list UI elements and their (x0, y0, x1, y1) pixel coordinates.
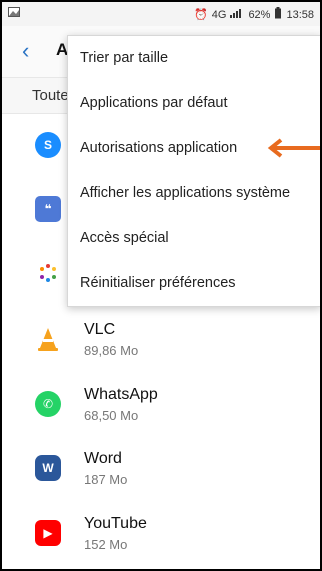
menu-item-show-system-apps[interactable]: Afficher les applications système (68, 171, 320, 215)
battery-level: 62% (248, 8, 271, 21)
app-name: VLC (84, 321, 116, 338)
app-size: 89,86 Mo (84, 343, 139, 358)
menu-item-default-apps[interactable]: Applications par défaut (68, 81, 320, 125)
youtube-icon: ▶ (35, 520, 61, 546)
menu-item-reset-preferences[interactable]: Réinitialiser préférences (68, 261, 320, 305)
status-time: 13:58 (286, 8, 314, 21)
chevron-left-icon[interactable]: ‹ (22, 38, 29, 64)
shazam-icon: S (35, 132, 61, 158)
4g-icon: 4G (211, 8, 227, 21)
app-size: 152 Mo (84, 537, 128, 552)
battery-icon (274, 7, 282, 22)
whatsapp-icon: ✆ (35, 391, 61, 417)
gallery-icon (8, 7, 20, 20)
word-icon: W (35, 455, 61, 481)
signal-icon (230, 8, 244, 21)
filter-label: Toute (32, 87, 69, 104)
overflow-menu: Trier par taille Applications par défaut… (67, 35, 320, 307)
phone-screen: ⏰ 4G 62% 13:58 ‹ A Toute S ❝ VLC 89,86 M… (2, 2, 320, 569)
status-right: ⏰ 4G 62% 13:58 (194, 7, 314, 22)
app-name: Word (84, 450, 122, 467)
arrow-left-icon (265, 138, 320, 158)
news-icon: ❝ (35, 196, 61, 222)
app-name: WhatsApp (84, 386, 158, 403)
app-size: 68,50 Mo (84, 408, 139, 423)
vlc-icon (35, 326, 61, 352)
list-item[interactable]: ▶ YouTube 152 Mo (2, 502, 320, 566)
alarm-icon: ⏰ (194, 9, 208, 21)
list-item[interactable]: ✆ WhatsApp 68,50 Mo (2, 373, 320, 437)
app-size: 187 Mo (84, 472, 128, 487)
menu-item-sort-by-size[interactable]: Trier par taille (68, 36, 320, 80)
list-item[interactable]: VLC 89,86 Mo (2, 308, 320, 372)
status-bar: ⏰ 4G 62% 13:58 (2, 2, 320, 26)
menu-item-special-access[interactable]: Accès spécial (68, 216, 320, 260)
dots-icon (35, 260, 61, 286)
app-name: YouTube (84, 515, 147, 532)
list-item[interactable]: W Word 187 Mo (2, 437, 320, 501)
